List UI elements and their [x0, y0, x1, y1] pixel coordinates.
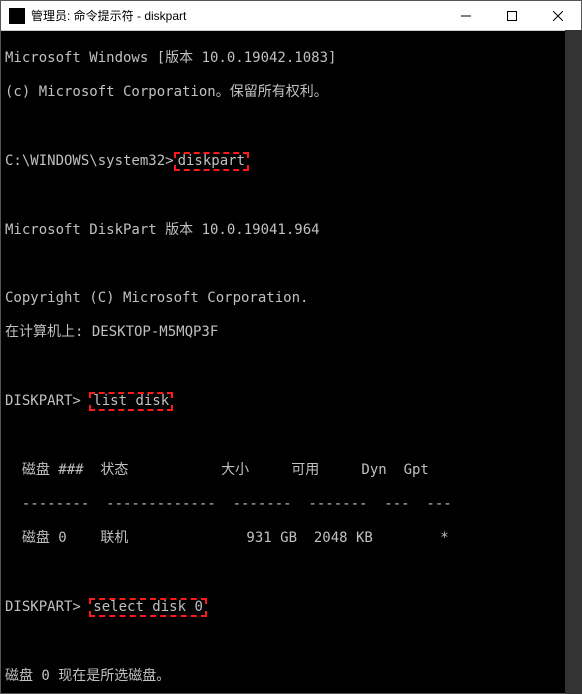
prompt-line: C:\WINDOWS\system32>diskpart [5, 152, 577, 171]
table-header: 磁盘 ### 状态 大小 可用 Dyn Gpt [5, 462, 577, 479]
titlebar[interactable]: 管理员: 命令提示符 - diskpart [1, 1, 581, 31]
output-line [5, 564, 577, 581]
output-line: Microsoft DiskPart 版本 10.0.19041.964 [5, 222, 577, 239]
window-buttons [443, 1, 581, 30]
output-line: (c) Microsoft Corporation。保留所有权利。 [5, 84, 577, 101]
close-button[interactable] [535, 1, 581, 30]
output-line: Copyright (C) Microsoft Corporation. [5, 290, 577, 307]
scrollbar-thumb[interactable] [565, 30, 582, 694]
output-line [5, 118, 577, 135]
output-line: 磁盘 0 现在是所选磁盘。 [5, 668, 577, 685]
output-line [5, 428, 577, 445]
table-row: 磁盘 0 联机 931 GB 2048 KB * [5, 530, 577, 547]
terminal-output[interactable]: Microsoft Windows [版本 10.0.19042.1083] (… [1, 31, 581, 693]
prompt: DISKPART> [5, 393, 89, 409]
window-title: 管理员: 命令提示符 - diskpart [31, 7, 443, 24]
prompt: DISKPART> [5, 599, 89, 615]
prompt-line: DISKPART> select disk 0 [5, 598, 577, 617]
prompt-line: DISKPART> list disk [5, 392, 577, 411]
output-line [5, 634, 577, 651]
prompt: C:\WINDOWS\system32> [5, 153, 174, 169]
highlighted-command: select disk 0 [89, 598, 207, 617]
output-line [5, 256, 577, 273]
maximize-button[interactable] [489, 1, 535, 30]
highlighted-command: diskpart [174, 152, 249, 171]
output-line [5, 188, 577, 205]
app-icon [9, 8, 25, 24]
vertical-scrollbar[interactable] [565, 30, 582, 694]
output-line [5, 358, 577, 375]
minimize-button[interactable] [443, 1, 489, 30]
table-rule: -------- ------------- ------- ------- -… [5, 496, 577, 513]
highlighted-command: list disk [89, 392, 173, 411]
output-line: 在计算机上: DESKTOP-M5MQP3F [5, 324, 577, 341]
output-line: Microsoft Windows [版本 10.0.19042.1083] [5, 50, 577, 67]
cmd-window: 管理员: 命令提示符 - diskpart Microsoft Windows … [0, 0, 582, 694]
